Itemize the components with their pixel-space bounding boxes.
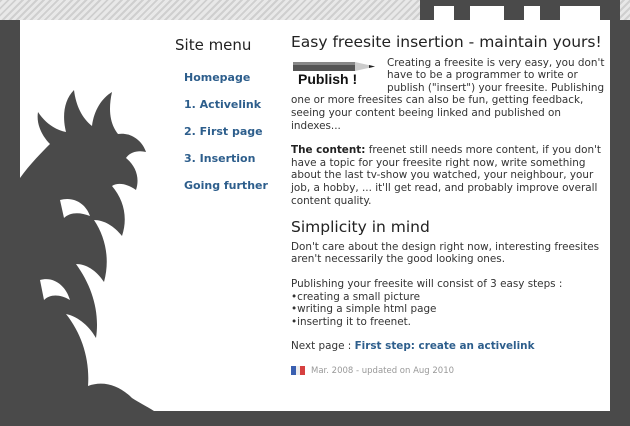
footer: Mar. 2008 - updated on Aug 2010 xyxy=(291,365,609,378)
next-step-link[interactable]: First step: create an activelink xyxy=(355,340,535,352)
dragon-logo xyxy=(20,90,154,411)
page-title: Easy freesite insertion - maintain yours… xyxy=(291,33,602,51)
france-flag-icon xyxy=(291,365,305,375)
site-menu: Site menu Homepage 1. Activelink 2. Firs… xyxy=(175,36,285,201)
publish-badge: Publish ! xyxy=(291,59,379,89)
next-page-label: Next page : xyxy=(291,340,355,353)
page-frame: Site menu Homepage 1. Activelink 2. Firs… xyxy=(20,20,610,411)
steps-list: creating a small picture writing a simpl… xyxy=(291,291,609,329)
site-menu-title: Site menu xyxy=(175,36,252,54)
content-paragraph: The content: freenet still needs more co… xyxy=(291,144,609,207)
main-content: Easy freesite insertion - maintain yours… xyxy=(291,33,609,378)
menu-item-homepage[interactable]: Homepage xyxy=(184,71,250,84)
design-paragraph: Don't care about the design right now, i… xyxy=(291,240,600,266)
menu-item-insertion[interactable]: 3. Insertion xyxy=(184,152,255,165)
menu-item-first-page[interactable]: 2. First page xyxy=(184,125,263,138)
menu-item-going-further[interactable]: Going further xyxy=(184,179,268,192)
content-label: The content: xyxy=(291,144,366,157)
menu-item-activelink[interactable]: 1. Activelink xyxy=(184,98,261,111)
list-item: writing a simple html page xyxy=(291,303,609,316)
footer-date: Mar. 2008 - updated on Aug 2010 xyxy=(311,365,455,376)
list-item: creating a small picture xyxy=(291,291,609,304)
intro-paragraph: Publish ! Creating a freesite is very ea… xyxy=(291,57,609,133)
header-logo-fragment xyxy=(420,0,620,20)
list-item: inserting it to freenet. xyxy=(291,316,609,329)
next-page: Next page : First step: create an active… xyxy=(291,340,609,353)
section-title-simplicity: Simplicity in mind xyxy=(291,218,430,237)
publish-badge-label: Publish ! xyxy=(298,70,358,87)
steps-intro: Publishing your freesite will consist of… xyxy=(291,277,563,290)
